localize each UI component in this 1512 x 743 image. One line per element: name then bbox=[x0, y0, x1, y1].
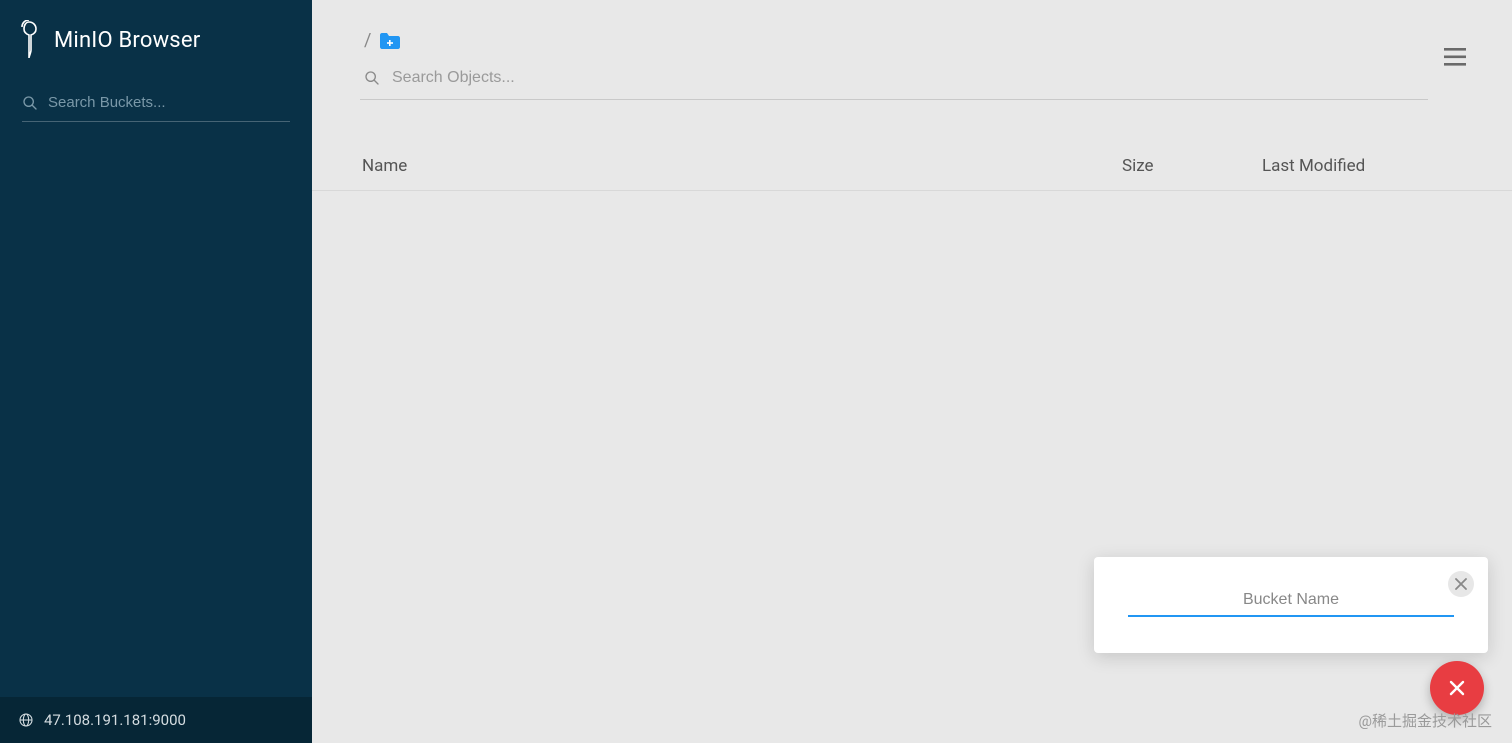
main-content: / bbox=[312, 0, 1512, 743]
host-label: 47.108.191.181:9000 bbox=[44, 711, 186, 729]
close-icon bbox=[1455, 578, 1467, 590]
table-header: Name Size Last Modified bbox=[312, 136, 1512, 191]
bucket-search-input[interactable] bbox=[48, 94, 290, 111]
search-icon bbox=[364, 70, 380, 86]
breadcrumb: / bbox=[360, 30, 1438, 63]
minio-logo-icon bbox=[18, 20, 40, 60]
breadcrumb-root: / bbox=[364, 30, 371, 51]
search-icon bbox=[22, 95, 38, 111]
menu-button[interactable] bbox=[1438, 42, 1472, 76]
column-name[interactable]: Name bbox=[362, 156, 1122, 176]
watermark: @稀土掘金技术社区 bbox=[1359, 710, 1492, 731]
object-search-input[interactable] bbox=[392, 69, 1428, 87]
sidebar-header: MinIO Browser bbox=[0, 0, 312, 80]
object-search[interactable] bbox=[360, 63, 1428, 100]
close-button[interactable] bbox=[1448, 571, 1474, 597]
close-icon bbox=[1448, 679, 1466, 697]
bucket-name-input[interactable] bbox=[1128, 585, 1454, 617]
fab-close-button[interactable] bbox=[1430, 661, 1484, 715]
sidebar-footer: 47.108.191.181:9000 bbox=[0, 697, 312, 743]
globe-icon bbox=[18, 712, 34, 728]
topbar-left: / bbox=[360, 30, 1438, 100]
column-modified[interactable]: Last Modified bbox=[1262, 156, 1462, 176]
sidebar: MinIO Browser 47.108.191.181:9000 bbox=[0, 0, 312, 743]
brand-title: MinIO Browser bbox=[54, 28, 200, 53]
create-bucket-popover bbox=[1094, 557, 1488, 653]
folder-add-button[interactable] bbox=[379, 32, 401, 50]
column-size[interactable]: Size bbox=[1122, 156, 1262, 176]
topbar: / bbox=[312, 30, 1512, 100]
bucket-search[interactable] bbox=[22, 88, 290, 122]
